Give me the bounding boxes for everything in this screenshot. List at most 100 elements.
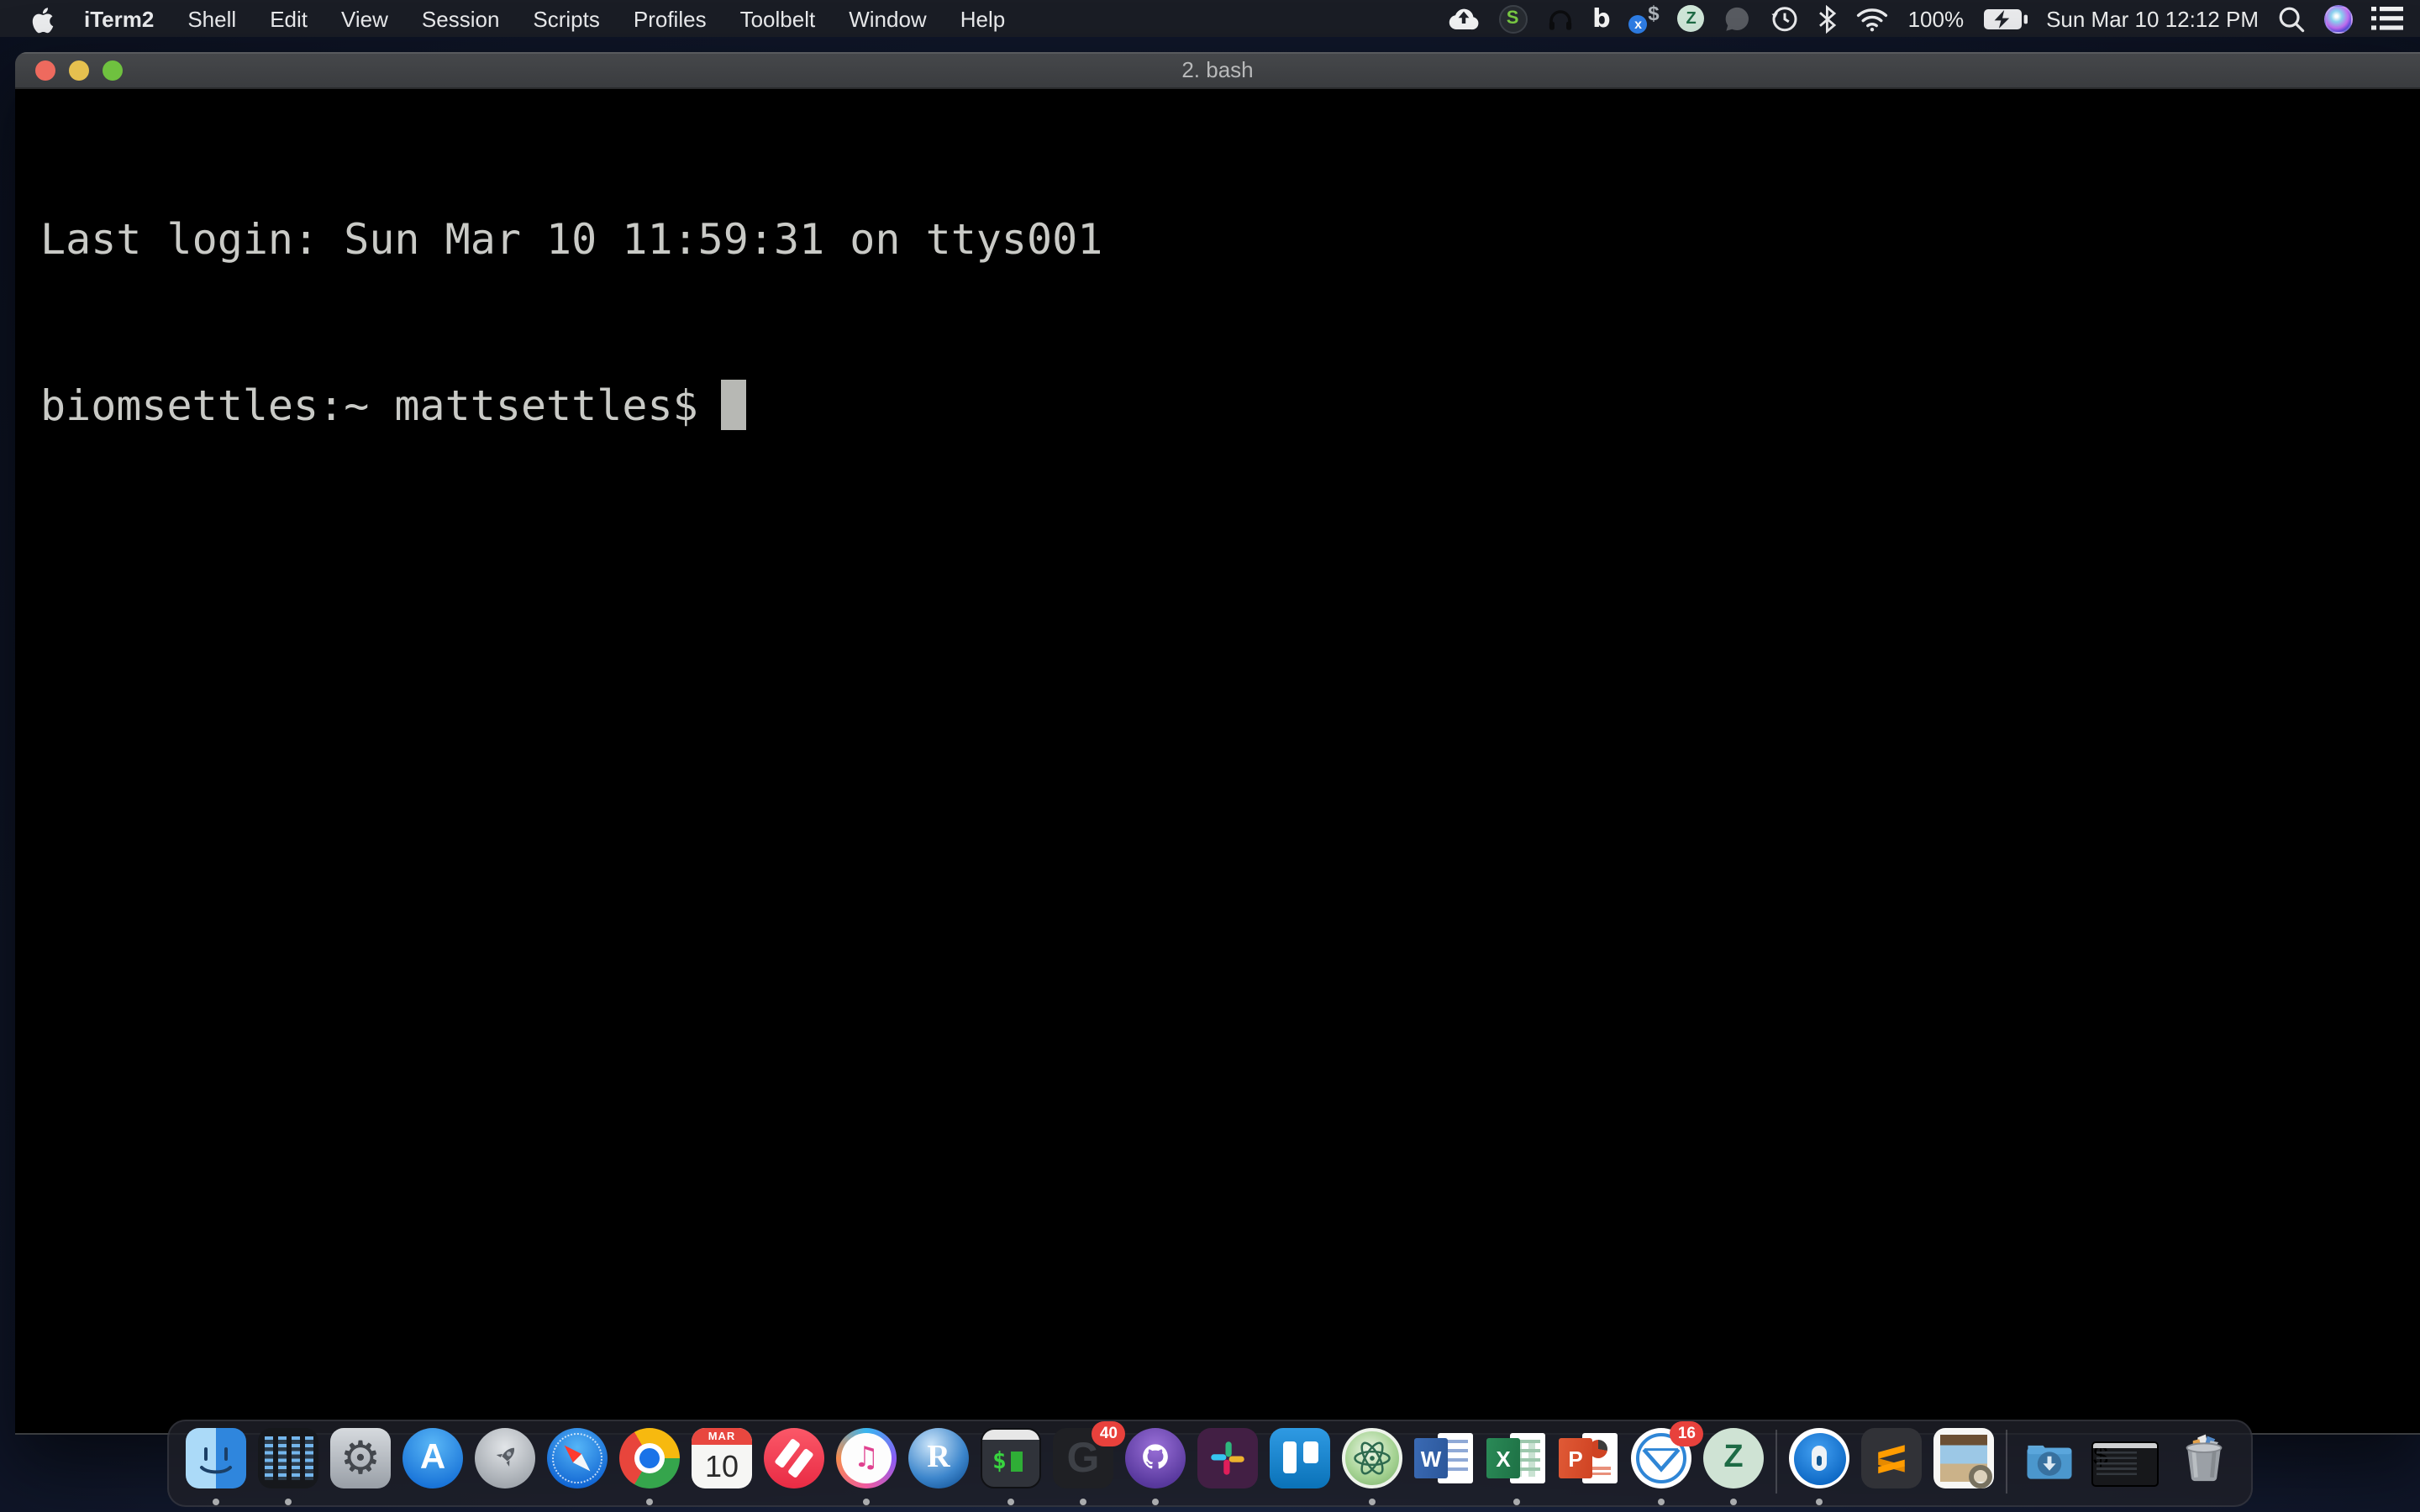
dock-1password[interactable] (1789, 1428, 1849, 1507)
dock-rstudio[interactable]: R (908, 1428, 969, 1507)
dock-launchpad[interactable] (475, 1428, 535, 1507)
excel-letter: X (1486, 1438, 1520, 1478)
chrome-icon (619, 1428, 680, 1488)
iterm-dollar-glyph: $ (992, 1448, 1007, 1475)
menu-toolbelt[interactable]: Toolbelt (723, 6, 833, 31)
dock-system-preferences[interactable]: ⚙ (330, 1428, 391, 1507)
safari-icon (547, 1428, 608, 1488)
menu-window[interactable]: Window (832, 6, 944, 31)
dock-separator (1776, 1430, 1777, 1494)
dock-airmail[interactable]: 16 (1631, 1428, 1691, 1507)
notification-badge: 40 (1092, 1421, 1125, 1446)
spotlight-search-icon[interactable] (2277, 3, 2306, 34)
terminal-last-login-line: Last login: Sun Mar 10 11:59:31 on ttys0… (40, 212, 2420, 267)
dock-sublime-text[interactable] (1861, 1428, 1922, 1507)
dock-itunes[interactable]: ♫ (836, 1428, 897, 1507)
sublime-text-icon (1861, 1428, 1922, 1488)
terminal-cursor (722, 380, 747, 430)
dock-trello[interactable] (1270, 1428, 1330, 1507)
calendar-month: MAR (692, 1428, 752, 1445)
dock-finder[interactable] (186, 1428, 246, 1507)
word-icon: W (1414, 1428, 1475, 1488)
app-store-icon: A (402, 1428, 463, 1488)
atom-icon (1342, 1428, 1402, 1488)
iterm-icon: $ (981, 1428, 1041, 1488)
dock-chrome[interactable] (619, 1428, 680, 1507)
github-octocat-icon (1125, 1428, 1186, 1488)
menu-scripts[interactable]: Scripts (516, 6, 616, 31)
terminal-prompt-line: biomsettles:~ mattsettles$ (40, 378, 2420, 433)
time-machine-icon[interactable] (1770, 3, 1801, 34)
s-utility-icon[interactable]: S (1498, 4, 1527, 33)
notification-center-icon[interactable] (2371, 3, 2403, 34)
terminal-content[interactable]: Last login: Sun Mar 10 11:59:31 on ttys0… (15, 89, 2420, 1435)
menu-profiles[interactable]: Profiles (617, 6, 723, 31)
battery-charging-icon[interactable] (1982, 3, 2028, 34)
news-icon (764, 1428, 824, 1488)
dock-g-app[interactable]: 40 G (1053, 1428, 1113, 1507)
dock-iterm[interactable]: $ (981, 1428, 1041, 1507)
dock-github[interactable] (1125, 1428, 1186, 1507)
zulip-menu-icon[interactable]: Z (1678, 5, 1705, 32)
dock-atom[interactable] (1342, 1428, 1402, 1507)
battery-percentage: 100% (1908, 6, 1965, 31)
preview-icon (1933, 1428, 1994, 1488)
status-bar: S b $ x Z 100% (1446, 3, 2403, 34)
1password-keyhole-icon (1789, 1428, 1849, 1488)
desktop: iTerm2 Shell Edit View Session Scripts P… (0, 0, 2420, 1512)
calendar-icon: MAR 10 (692, 1428, 752, 1488)
apple-menu-icon[interactable] (17, 4, 67, 33)
menu-shell[interactable]: Shell (171, 6, 253, 31)
powerpoint-icon: P (1559, 1428, 1619, 1488)
menu-view[interactable]: View (324, 6, 405, 31)
dock-preview[interactable] (1933, 1428, 1994, 1507)
dock-slack[interactable] (1197, 1428, 1258, 1507)
minimized-terminal-thumbnail: $ (2091, 1441, 2159, 1487)
dock-activity-monitor[interactable] (258, 1428, 318, 1507)
dock-news[interactable] (764, 1428, 824, 1507)
terminal-prompt: biomsettles:~ mattsettles$ (40, 381, 698, 430)
notification-badge: 16 (1670, 1421, 1703, 1446)
cloud-upload-icon[interactable] (1446, 3, 1480, 34)
powerpoint-letter: P (1559, 1438, 1592, 1478)
word-letter: W (1414, 1438, 1448, 1478)
menu-edit[interactable]: Edit (253, 6, 324, 31)
dock-app-store[interactable]: A (402, 1428, 463, 1507)
itunes-icon: ♫ (836, 1428, 897, 1488)
dock-word[interactable]: W (1414, 1428, 1475, 1507)
dock-powerpoint[interactable]: P (1559, 1428, 1619, 1507)
excel-icon: X (1486, 1428, 1547, 1488)
menu-app-name[interactable]: iTerm2 (67, 6, 171, 31)
chat-bubble-icon[interactable] (1723, 3, 1752, 34)
trello-icon (1270, 1428, 1330, 1488)
stocks-ticker-icon[interactable]: $ x (1629, 3, 1660, 34)
finder-icon (186, 1428, 246, 1488)
dock-excel[interactable]: X (1486, 1428, 1547, 1507)
calendar-day: 10 (692, 1445, 752, 1488)
backblaze-b-icon[interactable]: b (1592, 3, 1611, 34)
dock-separator (2006, 1430, 2007, 1494)
rstudio-icon: R (908, 1428, 969, 1488)
menu-help[interactable]: Help (944, 6, 1023, 31)
dock-minimized-terminal-window[interactable]: $ (2091, 1428, 2162, 1507)
window-title: 2. bash (15, 57, 2420, 82)
dock-calendar[interactable]: MAR 10 (692, 1428, 752, 1507)
slack-icon (1197, 1428, 1258, 1488)
dock-downloads-folder[interactable] (2019, 1428, 2080, 1507)
itunes-note-glyph: ♫ (854, 1441, 880, 1475)
bluetooth-icon[interactable] (1819, 3, 1838, 34)
zulip-icon: Z (1703, 1428, 1764, 1488)
downloads-folder-icon (2019, 1428, 2080, 1488)
wifi-icon[interactable] (1856, 3, 1890, 34)
siri-icon[interactable] (2324, 4, 2353, 33)
dock-trash[interactable] (2174, 1428, 2234, 1507)
system-preferences-icon: ⚙ (330, 1428, 391, 1488)
dock: ⚙ A MAR 10 (167, 1420, 2253, 1507)
trash-full-icon (2174, 1428, 2234, 1488)
window-titlebar[interactable]: 2. bash (15, 52, 2420, 89)
dock-zulip[interactable]: Z (1703, 1428, 1764, 1507)
headphones-icon[interactable] (1545, 3, 1574, 34)
menu-clock[interactable]: Sun Mar 10 12:12 PM (2046, 6, 2259, 31)
menu-session[interactable]: Session (405, 6, 517, 31)
dock-safari[interactable] (547, 1428, 608, 1507)
